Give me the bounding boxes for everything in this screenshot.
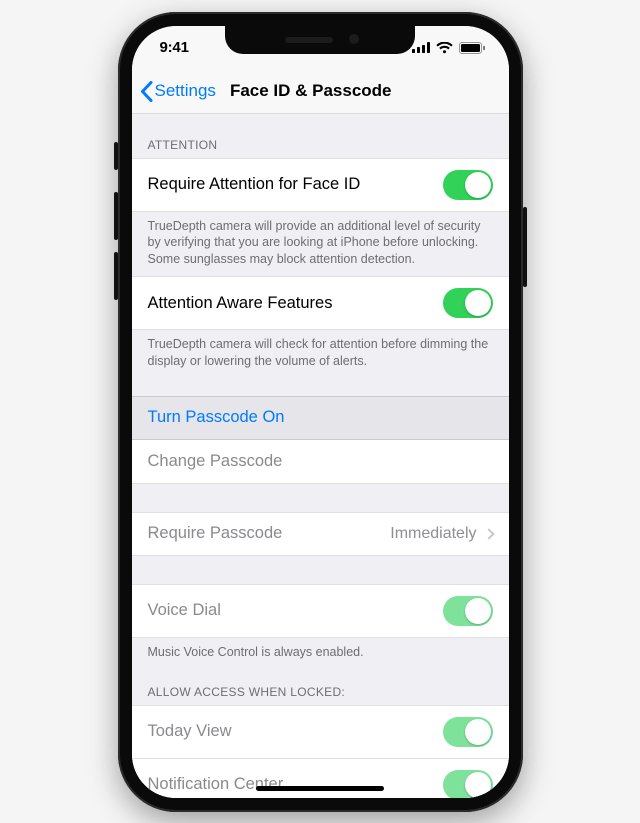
toggle-notification-center[interactable] (443, 770, 493, 798)
home-indicator (256, 786, 384, 791)
row-label: Attention Aware Features (148, 294, 333, 313)
row-label: Voice Dial (148, 601, 221, 620)
footer-attention-aware: TrueDepth camera will check for attentio… (132, 330, 509, 378)
cellular-icon (412, 42, 430, 53)
toggle-today-view[interactable] (443, 717, 493, 747)
chevron-right-icon (483, 528, 494, 539)
status-right (412, 42, 485, 54)
back-label: Settings (155, 81, 216, 101)
status-time: 9:41 (160, 39, 189, 56)
row-voice-dial[interactable]: Voice Dial (132, 584, 509, 638)
chevron-left-icon (140, 81, 153, 102)
back-button[interactable]: Settings (132, 81, 216, 102)
battery-icon (459, 42, 485, 54)
screen: 9:41 (132, 26, 509, 798)
mute-switch (114, 142, 118, 170)
nav-bar: Settings Face ID & Passcode (132, 70, 509, 114)
row-label: Require Attention for Face ID (148, 175, 361, 194)
row-value: Immediately (390, 525, 492, 543)
footer-voice-dial: Music Voice Control is always enabled. (132, 638, 509, 669)
wifi-icon (436, 42, 453, 54)
notch (225, 26, 415, 54)
device-frame: 9:41 (118, 12, 523, 812)
row-today-view[interactable]: Today View (132, 705, 509, 759)
row-notification-center[interactable]: Notification Center (132, 759, 509, 798)
section-header-attention: Attention (132, 114, 509, 158)
section-header-allow-access: Allow Access When Locked: (132, 669, 509, 705)
row-label: Change Passcode (148, 452, 283, 471)
row-label: Require Passcode (148, 524, 283, 543)
require-passcode-value: Immediately (390, 525, 476, 543)
row-turn-passcode-on[interactable]: Turn Passcode On (132, 396, 509, 440)
toggle-require-attention[interactable] (443, 170, 493, 200)
side-button (523, 207, 527, 287)
row-require-passcode[interactable]: Require Passcode Immediately (132, 512, 509, 556)
row-label: Today View (148, 722, 232, 741)
row-change-passcode[interactable]: Change Passcode (132, 440, 509, 484)
volume-down (114, 252, 118, 300)
page-title: Face ID & Passcode (230, 81, 392, 101)
content: Attention Require Attention for Face ID … (132, 114, 509, 798)
row-attention-aware[interactable]: Attention Aware Features (132, 276, 509, 330)
volume-up (114, 192, 118, 240)
toggle-voice-dial[interactable] (443, 596, 493, 626)
row-label: Turn Passcode On (148, 408, 285, 427)
toggle-attention-aware[interactable] (443, 288, 493, 318)
footer-require-attention: TrueDepth camera will provide an additio… (132, 212, 509, 277)
row-require-attention[interactable]: Require Attention for Face ID (132, 158, 509, 212)
